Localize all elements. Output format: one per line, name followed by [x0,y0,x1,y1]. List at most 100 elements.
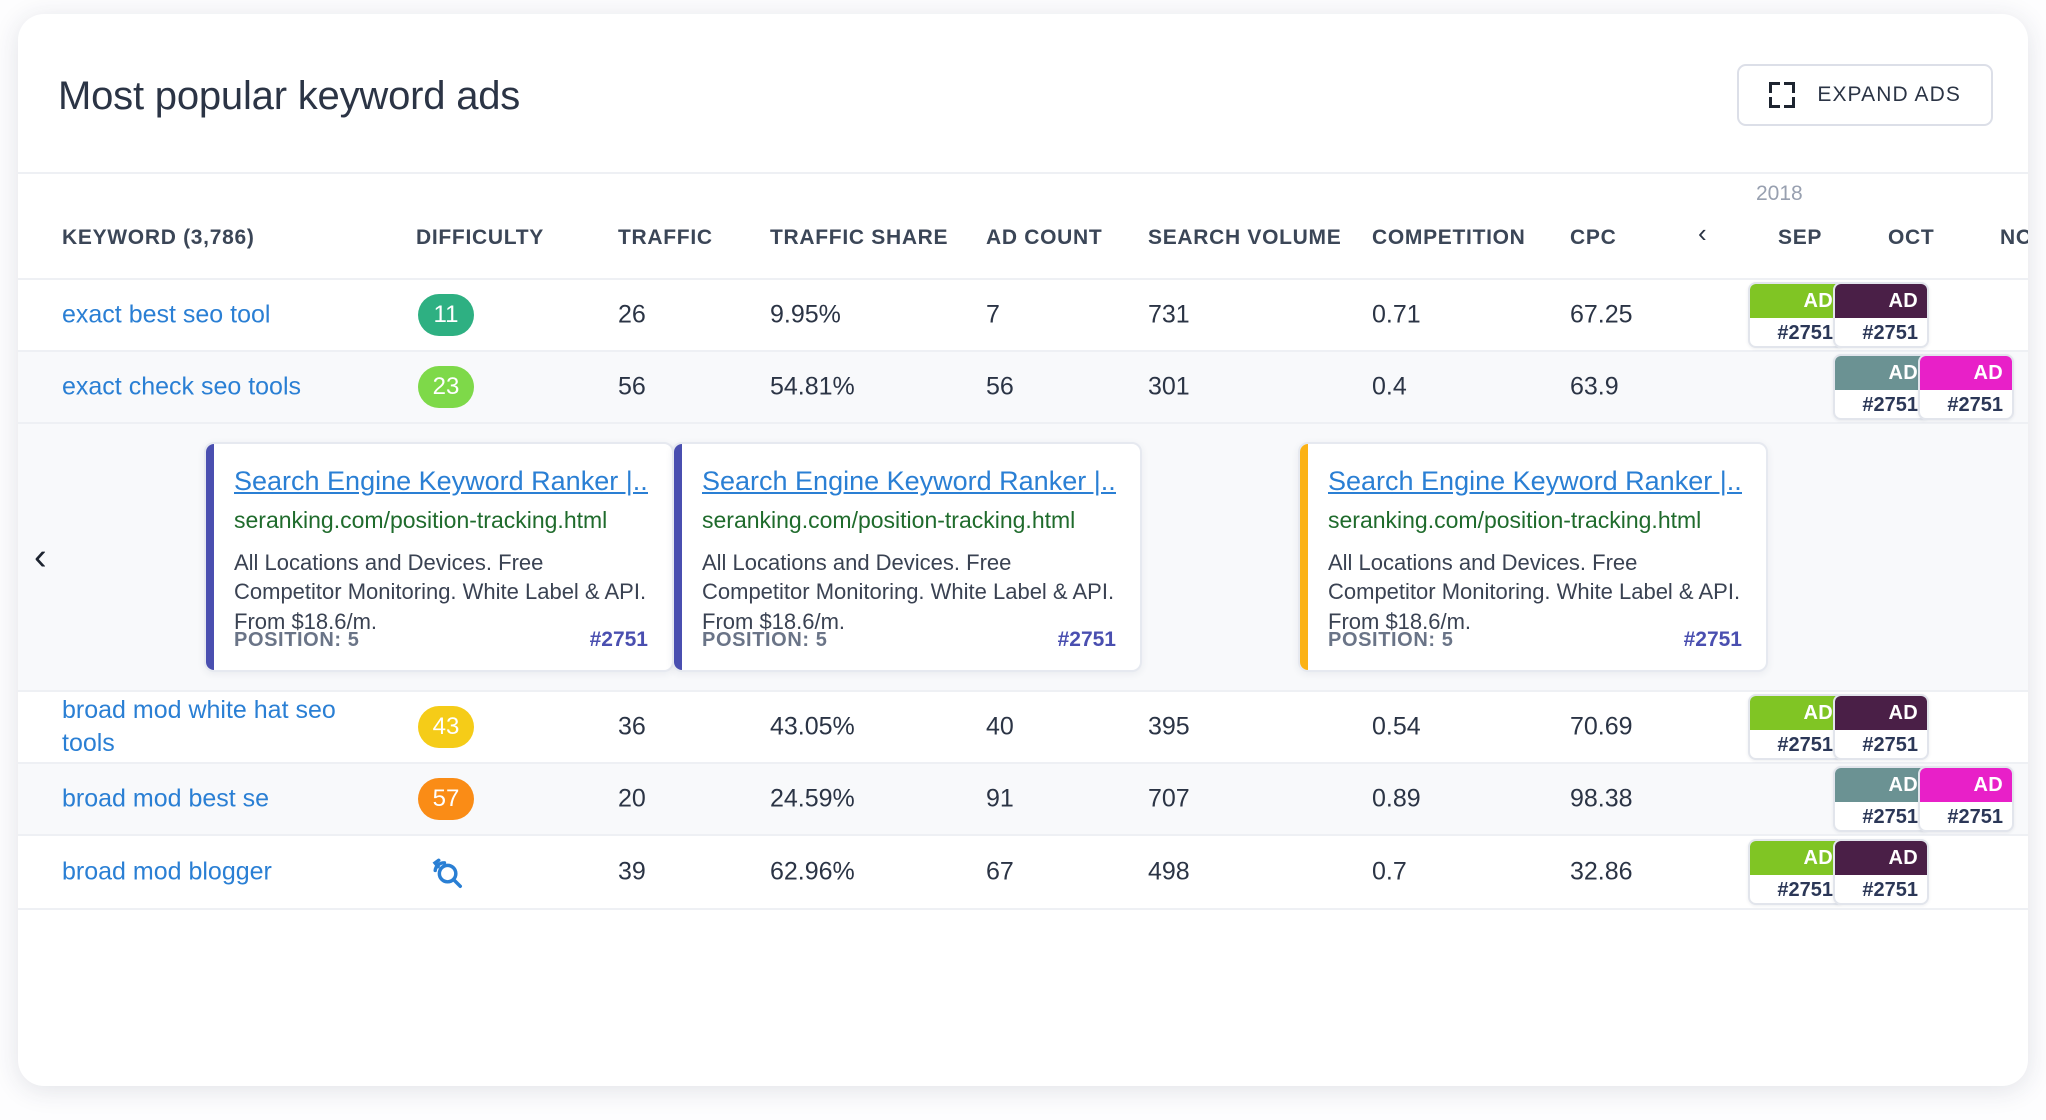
ad-chip[interactable]: AD #2751 [1833,354,1929,420]
traffic-value: 39 [618,857,646,886]
search-volume-value: 395 [1148,712,1190,741]
column-header-keyword-3-786[interactable]: KEYWORD (3,786) [62,226,255,250]
ads-carousel: ‹ Search Engine Keyword Ranker |... serank… [18,424,2028,692]
ad-chip-id: #2751 [1862,321,1918,344]
ad-card-position: POSITION: 5 [702,629,828,651]
expand-ads-label: EXPAND ADS [1817,83,1961,106]
ad-count-value: 56 [986,372,1014,401]
ad-card-url[interactable]: seranking.com/position-tracking.html [1328,507,1742,534]
ad-chip-label: AD [1835,768,1927,802]
traffic-share-value: 54.81% [770,372,855,401]
difficulty-badge: 57 [418,778,474,820]
ad-card-position: POSITION: 5 [1328,629,1454,651]
ad-card-url[interactable]: seranking.com/position-tracking.html [234,507,648,534]
ad-chip[interactable]: AD #2751 [1918,766,2014,832]
cpc-value: 67.25 [1570,300,1633,329]
keyword-link[interactable]: broad mod best se [62,783,392,816]
column-header-nov[interactable]: NOV [2000,226,2028,250]
competition-value: 0.89 [1372,784,1421,813]
ad-chip-label: AD [1750,841,1842,875]
ad-chip-id: #2751 [1862,878,1918,901]
column-header-difficulty[interactable]: DIFFICULTY [416,226,544,250]
ad-chip-label: AD [1920,768,2012,802]
table-row[interactable]: broad mod white hat seo tools 43 36 43.05% 4… [18,692,2028,764]
table-header-row: 2018 ‹ KEYWORD (3,786) DIFFICULTY TRAFFIC T… [18,174,2028,280]
ad-count-value: 7 [986,300,1000,329]
ad-chip[interactable]: AD #2751 [1833,766,1929,832]
traffic-value: 56 [618,372,646,401]
column-header-traffic[interactable]: TRAFFIC [618,226,713,250]
column-header-ad-count[interactable]: AD COUNT [986,226,1102,250]
ad-chip[interactable]: AD #2751 [1833,694,1929,760]
most-popular-keyword-ads-card: Most popular keyword ads EXPAND ADS 2018… [18,14,2028,1086]
prev-month-button[interactable]: ‹ [1698,220,1707,246]
traffic-share-value: 62.96% [770,857,855,886]
keyword-link[interactable]: broad mod blogger [62,856,392,889]
cpc-value: 70.69 [1570,712,1633,741]
column-header-search-volume[interactable]: SEARCH VOLUME [1148,226,1341,250]
keyword-link[interactable]: broad mod white hat seo tools [62,694,392,760]
table-row[interactable]: broad mod best se 57 20 24.59% 91 707 0.89 98.3… [18,764,2028,836]
ad-card-description: All Locations and Devices. Free Competit… [702,550,1115,634]
ad-card-accent-bar [206,444,214,670]
ad-card-title[interactable]: Search Engine Keyword Ranker |... [234,466,648,497]
ad-chip[interactable]: AD #2751 [1748,282,1844,348]
year-label: 2018 [1756,182,1803,205]
cpc-value: 63.9 [1570,372,1619,401]
ad-chip-label: AD [1750,284,1842,318]
traffic-share-value: 9.95% [770,300,841,329]
ad-chip[interactable]: AD #2751 [1833,282,1929,348]
ad-chip-id: #2751 [1947,393,2003,416]
ad-preview-card[interactable]: Search Engine Keyword Ranker |... seranki… [1298,442,1768,672]
page-root: Most popular keyword ads EXPAND ADS 2018… [0,0,2046,1120]
competition-value: 0.71 [1372,300,1421,329]
ad-card-title[interactable]: Search Engine Keyword Ranker |... [702,466,1116,497]
ad-card-id: #2751 [589,628,648,651]
column-header-cpc[interactable]: CPC [1570,226,1616,250]
keyword-link[interactable]: exact check seo tools [62,371,392,404]
ad-card-url[interactable]: seranking.com/position-tracking.html [702,507,1116,534]
ad-count-value: 91 [986,784,1014,813]
cpc-value: 32.86 [1570,857,1633,886]
ad-chip-label: AD [1835,841,1927,875]
ad-chip-id: #2751 [1862,393,1918,416]
search-refresh-icon[interactable] [427,853,465,891]
column-header-sep[interactable]: SEP [1778,226,1822,250]
traffic-share-value: 43.05% [770,712,855,741]
table-row[interactable]: broad mod blogger 39 62.96% 67 498 0.7 32.86 AD… [18,836,2028,910]
difficulty-badge: 23 [418,366,474,408]
column-header-competition[interactable]: COMPETITION [1372,226,1526,250]
ad-card-title[interactable]: Search Engine Keyword Ranker |... [1328,466,1742,497]
traffic-value: 20 [618,784,646,813]
traffic-value: 36 [618,712,646,741]
column-header-traffic-share[interactable]: TRAFFIC SHARE [770,226,948,250]
competition-value: 0.4 [1372,372,1407,401]
table-row[interactable]: exact best seo tool 11 26 9.95% 7 731 0.71 67.2… [18,280,2028,352]
ad-chip-label: AD [1835,284,1927,318]
ad-chip[interactable]: AD #2751 [1918,354,2014,420]
ad-chip-id: #2751 [1777,321,1833,344]
keywords-table: 2018 ‹ KEYWORD (3,786) DIFFICULTY TRAFFIC T… [18,174,2028,910]
traffic-value: 26 [618,300,646,329]
page-title: Most popular keyword ads [58,74,521,118]
ad-card-position: POSITION: 5 [234,629,360,651]
column-header-oct[interactable]: OCT [1888,226,1934,250]
competition-value: 0.54 [1372,712,1421,741]
keyword-link[interactable]: exact best seo tool [62,299,392,332]
ad-chip[interactable]: AD #2751 [1833,839,1929,905]
table-row[interactable]: exact check seo tools 23 56 54.81% 56 301 0.4 6… [18,352,2028,424]
expand-icon [1769,82,1796,108]
ad-chip[interactable]: AD #2751 [1748,839,1844,905]
ad-count-value: 67 [986,857,1014,886]
ad-card-description: All Locations and Devices. Free Competit… [234,550,647,634]
ad-chip-label: AD [1835,696,1927,730]
ads-carousel-prev-button[interactable]: ‹ [34,538,47,576]
ad-preview-card[interactable]: Search Engine Keyword Ranker |... seranki… [672,442,1142,672]
ad-chip-label: AD [1920,356,2012,390]
ad-preview-card[interactable]: Search Engine Keyword Ranker |... seranki… [204,442,674,672]
ad-chip[interactable]: AD #2751 [1748,694,1844,760]
expand-ads-button[interactable]: EXPAND ADS [1737,64,1993,126]
search-volume-value: 731 [1148,300,1190,329]
ad-card-id: #2751 [1683,628,1742,651]
ad-card-accent-bar [1300,444,1308,670]
